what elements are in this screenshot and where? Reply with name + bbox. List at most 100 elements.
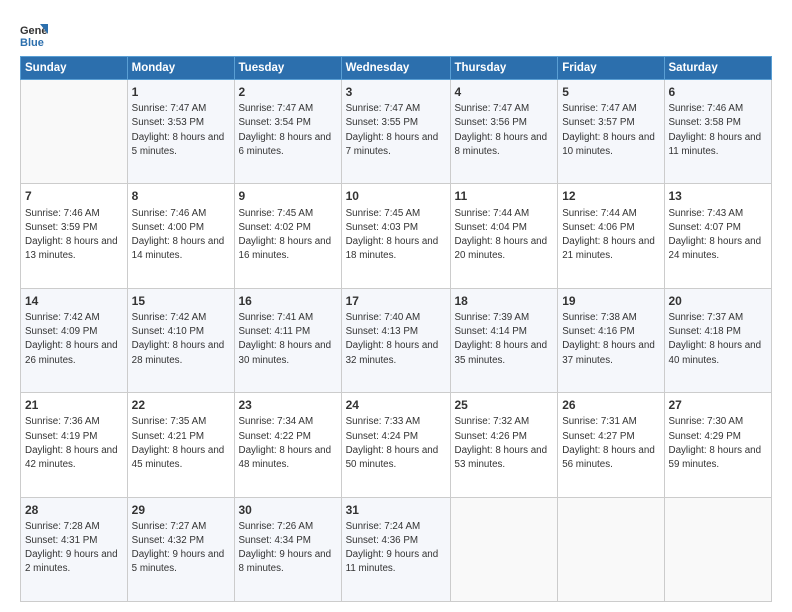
day-number: 27 (669, 397, 768, 413)
day-number: 10 (346, 188, 446, 204)
calendar-header-row: SundayMondayTuesdayWednesdayThursdayFrid… (21, 57, 772, 80)
calendar-cell: 3 Sunrise: 7:47 AMSunset: 3:55 PMDaylight… (341, 80, 450, 184)
day-number: 4 (455, 84, 554, 100)
header: General Blue (20, 16, 772, 48)
calendar-cell: 24Sunrise: 7:33 AMSunset: 4:24 PMDayligh… (341, 393, 450, 497)
day-number: 8 (132, 188, 230, 204)
calendar-cell: 17Sunrise: 7:40 AMSunset: 4:13 PMDayligh… (341, 288, 450, 392)
cell-info: Sunrise: 7:46 AMSunset: 3:58 PMDaylight:… (669, 103, 762, 157)
cell-info: Sunrise: 7:39 AMSunset: 4:14 PMDaylight:… (455, 312, 548, 366)
day-number: 21 (25, 397, 123, 413)
calendar-week-row: 21 Sunrise: 7:36 AMSunset: 4:19 PMDayligh… (21, 393, 772, 497)
calendar-cell: 25 Sunrise: 7:32 AMSunset: 4:26 PMDayligh… (450, 393, 558, 497)
day-number: 2 (239, 84, 337, 100)
page: General Blue SundayMondayTuesdayWednesda… (0, 0, 792, 612)
calendar-week-row: 1 Sunrise: 7:47 AMSunset: 3:53 PMDaylight… (21, 80, 772, 184)
column-header-sunday: Sunday (21, 57, 128, 80)
calendar-cell: 22 Sunrise: 7:35 AMSunset: 4:21 PMDayligh… (127, 393, 234, 497)
day-number: 22 (132, 397, 230, 413)
column-header-wednesday: Wednesday (341, 57, 450, 80)
calendar-cell (664, 497, 772, 601)
calendar-cell (450, 497, 558, 601)
calendar-cell: 9Sunrise: 7:45 AMSunset: 4:02 PMDaylight… (234, 184, 341, 288)
cell-info: Sunrise: 7:28 AMSunset: 4:31 PMDaylight:… (25, 521, 118, 575)
day-number: 16 (239, 293, 337, 309)
cell-info: Sunrise: 7:27 AMSunset: 4:32 PMDaylight:… (132, 521, 225, 575)
cell-info: Sunrise: 7:47 AMSunset: 3:55 PMDaylight:… (346, 103, 439, 157)
cell-info: Sunrise: 7:26 AMSunset: 4:34 PMDaylight:… (239, 521, 332, 575)
day-number: 9 (239, 188, 337, 204)
calendar-cell: 19 Sunrise: 7:38 AMSunset: 4:16 PMDayligh… (558, 288, 664, 392)
column-header-tuesday: Tuesday (234, 57, 341, 80)
day-number: 23 (239, 397, 337, 413)
calendar-cell: 27 Sunrise: 7:30 AMSunset: 4:29 PMDayligh… (664, 393, 772, 497)
calendar-cell: 15 Sunrise: 7:42 AMSunset: 4:10 PMDayligh… (127, 288, 234, 392)
day-number: 6 (669, 84, 768, 100)
cell-info: Sunrise: 7:44 AMSunset: 4:06 PMDaylight:… (562, 208, 655, 262)
calendar-cell: 18 Sunrise: 7:39 AMSunset: 4:14 PMDayligh… (450, 288, 558, 392)
calendar-cell (558, 497, 664, 601)
cell-info: Sunrise: 7:47 AMSunset: 3:57 PMDaylight:… (562, 103, 655, 157)
cell-info: Sunrise: 7:35 AMSunset: 4:21 PMDaylight:… (132, 416, 225, 470)
day-number: 14 (25, 293, 123, 309)
cell-info: Sunrise: 7:46 AMSunset: 4:00 PMDaylight:… (132, 208, 225, 262)
day-number: 5 (562, 84, 659, 100)
calendar-cell: 31 Sunrise: 7:24 AMSunset: 4:36 PMDayligh… (341, 497, 450, 601)
cell-info: Sunrise: 7:24 AMSunset: 4:36 PMDaylight:… (346, 521, 439, 575)
calendar-cell: 26 Sunrise: 7:31 AMSunset: 4:27 PMDayligh… (558, 393, 664, 497)
column-header-thursday: Thursday (450, 57, 558, 80)
day-number: 1 (132, 84, 230, 100)
calendar-cell (21, 80, 128, 184)
column-header-saturday: Saturday (664, 57, 772, 80)
cell-info: Sunrise: 7:45 AMSunset: 4:03 PMDaylight:… (346, 208, 439, 262)
column-header-friday: Friday (558, 57, 664, 80)
cell-info: Sunrise: 7:44 AMSunset: 4:04 PMDaylight:… (455, 208, 548, 262)
calendar-cell: 8 Sunrise: 7:46 AMSunset: 4:00 PMDaylight… (127, 184, 234, 288)
day-number: 31 (346, 502, 446, 518)
cell-info: Sunrise: 7:31 AMSunset: 4:27 PMDaylight:… (562, 416, 655, 470)
day-number: 15 (132, 293, 230, 309)
cell-info: Sunrise: 7:42 AMSunset: 4:09 PMDaylight:… (25, 312, 118, 366)
cell-info: Sunrise: 7:47 AMSunset: 3:54 PMDaylight:… (239, 103, 332, 157)
cell-info: Sunrise: 7:34 AMSunset: 4:22 PMDaylight:… (239, 416, 332, 470)
day-number: 28 (25, 502, 123, 518)
day-number: 18 (455, 293, 554, 309)
cell-info: Sunrise: 7:43 AMSunset: 4:07 PMDaylight:… (669, 208, 762, 262)
calendar-cell: 16 Sunrise: 7:41 AMSunset: 4:11 PMDayligh… (234, 288, 341, 392)
cell-info: Sunrise: 7:40 AMSunset: 4:13 PMDaylight:… (346, 312, 439, 366)
calendar-cell: 30 Sunrise: 7:26 AMSunset: 4:34 PMDayligh… (234, 497, 341, 601)
logo: General Blue (20, 20, 52, 48)
calendar-week-row: 28 Sunrise: 7:28 AMSunset: 4:31 PMDayligh… (21, 497, 772, 601)
column-header-monday: Monday (127, 57, 234, 80)
calendar-cell: 7Sunrise: 7:46 AMSunset: 3:59 PMDaylight… (21, 184, 128, 288)
cell-info: Sunrise: 7:47 AMSunset: 3:56 PMDaylight:… (455, 103, 548, 157)
day-number: 25 (455, 397, 554, 413)
day-number: 7 (25, 188, 123, 204)
calendar-cell: 21 Sunrise: 7:36 AMSunset: 4:19 PMDayligh… (21, 393, 128, 497)
day-number: 19 (562, 293, 659, 309)
calendar-week-row: 7Sunrise: 7:46 AMSunset: 3:59 PMDaylight… (21, 184, 772, 288)
calendar-cell: 14 Sunrise: 7:42 AMSunset: 4:09 PMDayligh… (21, 288, 128, 392)
calendar-cell: 20Sunrise: 7:37 AMSunset: 4:18 PMDayligh… (664, 288, 772, 392)
calendar-cell: 5 Sunrise: 7:47 AMSunset: 3:57 PMDaylight… (558, 80, 664, 184)
cell-info: Sunrise: 7:32 AMSunset: 4:26 PMDaylight:… (455, 416, 548, 470)
logo-icon: General Blue (20, 20, 48, 48)
calendar-cell: 23 Sunrise: 7:34 AMSunset: 4:22 PMDayligh… (234, 393, 341, 497)
cell-info: Sunrise: 7:30 AMSunset: 4:29 PMDaylight:… (669, 416, 762, 470)
cell-info: Sunrise: 7:47 AMSunset: 3:53 PMDaylight:… (132, 103, 225, 157)
day-number: 30 (239, 502, 337, 518)
day-number: 11 (455, 188, 554, 204)
day-number: 12 (562, 188, 659, 204)
cell-info: Sunrise: 7:38 AMSunset: 4:16 PMDaylight:… (562, 312, 655, 366)
day-number: 26 (562, 397, 659, 413)
cell-info: Sunrise: 7:41 AMSunset: 4:11 PMDaylight:… (239, 312, 332, 366)
day-number: 24 (346, 397, 446, 413)
calendar-cell: 6 Sunrise: 7:46 AMSunset: 3:58 PMDaylight… (664, 80, 772, 184)
day-number: 3 (346, 84, 446, 100)
day-number: 29 (132, 502, 230, 518)
cell-info: Sunrise: 7:42 AMSunset: 4:10 PMDaylight:… (132, 312, 225, 366)
calendar-cell: 29 Sunrise: 7:27 AMSunset: 4:32 PMDayligh… (127, 497, 234, 601)
calendar-cell: 11 Sunrise: 7:44 AMSunset: 4:04 PMDayligh… (450, 184, 558, 288)
calendar-week-row: 14 Sunrise: 7:42 AMSunset: 4:09 PMDayligh… (21, 288, 772, 392)
cell-info: Sunrise: 7:36 AMSunset: 4:19 PMDaylight:… (25, 416, 118, 470)
